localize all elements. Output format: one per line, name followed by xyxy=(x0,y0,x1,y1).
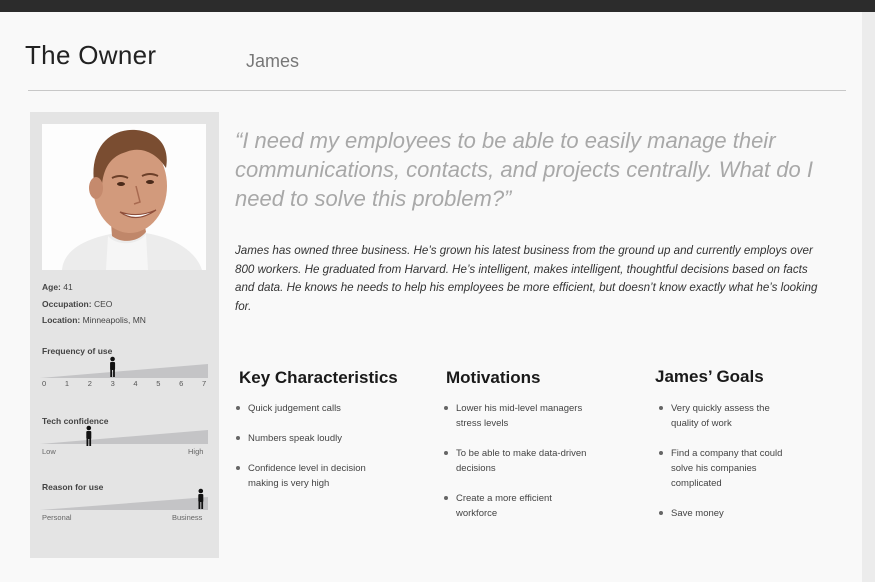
motivations-title: Motivations xyxy=(446,368,541,387)
motivations-list: Lower his mid-level managers stress leve… xyxy=(444,401,589,536)
top-bar xyxy=(0,0,875,12)
portrait-image xyxy=(42,124,206,270)
bullet-icon xyxy=(444,406,448,410)
tech-confidence-scale xyxy=(40,425,208,446)
tech-high-label: High xyxy=(188,447,204,456)
frequency-tick-label: 4 xyxy=(133,379,138,388)
occupation-value: CEO xyxy=(93,299,113,309)
frequency-label: Frequency of use xyxy=(42,346,113,356)
profile-sidebar: Age: 41 Occupation: CEO Location: Minnea… xyxy=(30,112,219,558)
bullet-icon xyxy=(236,436,240,440)
list-item-text: Confidence level in decision making is v… xyxy=(248,463,366,489)
list-item-text: Save money xyxy=(671,508,724,519)
bullet-icon xyxy=(236,466,240,470)
frequency-tick-label: 1 xyxy=(64,379,70,388)
list-item-text: Lower his mid-level managers stress leve… xyxy=(456,403,583,429)
list-item: Quick judgement calls xyxy=(236,401,396,416)
list-item: Very quickly assess the quality of work xyxy=(659,401,799,431)
age-fact: Age: 41 xyxy=(42,282,73,292)
page-edge xyxy=(862,12,875,582)
header-divider xyxy=(28,90,846,91)
bullet-icon xyxy=(659,406,663,410)
list-item-text: Quick judgement calls xyxy=(248,403,341,414)
list-item-text: Numbers speak loudly xyxy=(248,433,342,444)
list-item: Create a more efficient workforce xyxy=(444,491,589,521)
frequency-tick-label: 3 xyxy=(110,379,115,388)
list-item-text: Very quickly assess the quality of work xyxy=(671,403,770,429)
list-item: Confidence level in decision making is v… xyxy=(236,461,396,491)
age-value: 41 xyxy=(63,282,73,292)
characteristics-list: Quick judgement calls Numbers speak loud… xyxy=(236,401,396,506)
list-item: Numbers speak loudly xyxy=(236,431,396,446)
persona-name: James xyxy=(246,51,300,71)
list-item-text: To be able to make data-driven decisions xyxy=(456,448,587,474)
goals-title: James’ Goals xyxy=(655,367,764,386)
location-fact: Location: Minneapolis, MN xyxy=(42,315,146,325)
list-item-text: Find a company that could solve his comp… xyxy=(671,448,783,489)
list-item-text: Create a more efficient workforce xyxy=(456,493,552,519)
frequency-tick-label: 0 xyxy=(42,379,47,388)
list-item: Save money xyxy=(659,506,799,521)
frequency-tick-label: 6 xyxy=(179,379,184,388)
reason-left-label: Personal xyxy=(42,513,72,522)
occupation-fact: Occupation: CEO xyxy=(42,299,112,309)
bullet-icon xyxy=(444,451,448,455)
age-label: Age: xyxy=(42,282,61,292)
list-item: Lower his mid-level managers stress leve… xyxy=(444,401,589,431)
frequency-tick-label: 5 xyxy=(156,379,161,388)
list-item: Find a company that could solve his comp… xyxy=(659,446,799,491)
bullet-icon xyxy=(444,496,448,500)
reason-right-label: Business xyxy=(172,513,203,522)
location-label: Location: xyxy=(42,315,81,325)
goals-list: Very quickly assess the quality of work … xyxy=(659,401,799,536)
bullet-icon xyxy=(236,406,240,410)
tech-confidence-wedge xyxy=(40,430,208,444)
profile-photo xyxy=(42,124,206,270)
occupation-label: Occupation: xyxy=(42,299,92,309)
tech-low-label: Low xyxy=(42,447,56,456)
location-value: Minneapolis, MN xyxy=(82,315,146,325)
list-item: To be able to make data-driven decisions xyxy=(444,446,589,476)
persona-quote: “I need my employees to be able to easil… xyxy=(235,128,813,211)
persona-bio: James has owned three business. He’s gro… xyxy=(235,244,818,313)
bullet-icon xyxy=(659,511,663,515)
reason-scale xyxy=(40,488,208,510)
reason-wedge xyxy=(40,497,208,510)
persona-title: The Owner xyxy=(25,40,157,70)
characteristics-title: Key Characteristics xyxy=(239,368,398,387)
bullet-icon xyxy=(659,451,663,455)
frequency-wedge xyxy=(40,364,208,378)
frequency-tick-label: 7 xyxy=(202,379,207,388)
frequency-tick-label: 2 xyxy=(87,379,92,388)
